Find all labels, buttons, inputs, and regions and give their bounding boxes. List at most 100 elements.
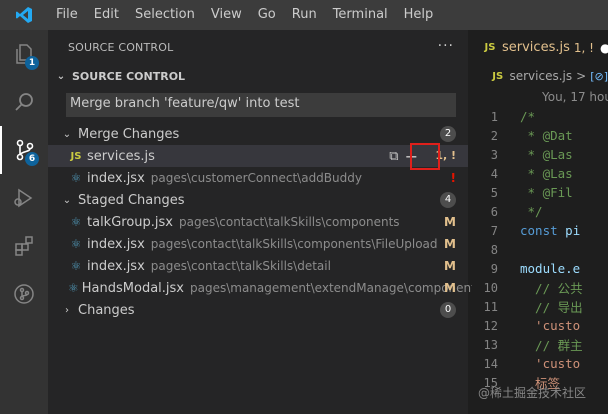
source-control-button[interactable]: 6 xyxy=(0,126,48,174)
search-icon xyxy=(15,93,33,111)
code-lines: 1/* 2 * @Dat 3 * @Las 4 * @Las 5 * @Fil … xyxy=(472,107,608,392)
js-file-icon: JS xyxy=(492,70,504,82)
js-file-icon: JS xyxy=(70,150,82,162)
react-file-icon: ⚛ xyxy=(70,171,82,185)
code-line: 12 'custo xyxy=(483,318,581,333)
file-row-index-jsx[interactable]: ⚛ index.jsx pages\contact\talkSkills\det… xyxy=(48,255,468,277)
file-status: M xyxy=(444,259,456,273)
editor-area: JS services.js 1, ! ● JS services.js > [… xyxy=(472,30,608,414)
run-debug-button[interactable] xyxy=(0,174,48,222)
breadcrumb-file[interactable]: services.js xyxy=(509,69,572,83)
code-line: 8 xyxy=(490,242,498,257)
group-label: Merge Changes xyxy=(78,126,180,142)
file-status: M xyxy=(444,237,456,251)
search-button[interactable] xyxy=(0,78,48,126)
chevron-right-icon: › xyxy=(65,304,69,316)
unsaved-dot-icon[interactable]: ● xyxy=(600,41,608,55)
file-path: pages\contact\talkSkills\detail xyxy=(150,259,331,273)
tab-bar: JS services.js 1, ! ● xyxy=(472,30,608,65)
code-line: 13 // 群主 xyxy=(483,337,583,354)
tab-services-js[interactable]: JS services.js 1, ! ● xyxy=(472,30,608,65)
react-file-icon: ⚛ xyxy=(70,237,82,251)
code-line: 6 */ xyxy=(490,204,543,219)
code-line: 9 module.e xyxy=(490,261,581,276)
staged-changes-group[interactable]: ⌄ Staged Changes 4 xyxy=(48,189,468,211)
watermark: @稀土掘金技术社区 xyxy=(478,386,587,400)
file-path: pages\customerConnect\addBuddy xyxy=(150,171,362,185)
file-status: M xyxy=(444,215,456,229)
menu-help[interactable]: Help xyxy=(396,0,442,30)
group-count-badge: 4 xyxy=(440,192,456,208)
breadcrumb-separator: > xyxy=(576,69,587,83)
section-title: SOURCE CONTROL xyxy=(72,69,186,83)
chevron-down-icon: ⌄ xyxy=(56,70,66,82)
chevron-down-icon: ⌄ xyxy=(62,194,72,206)
file-name: index.jsx xyxy=(87,236,145,252)
file-row-index-jsx[interactable]: ⚛ index.jsx pages\contact\talkSkills\com… xyxy=(48,233,468,255)
react-file-icon: ⚛ xyxy=(70,259,82,273)
group-count-badge: 2 xyxy=(440,126,456,142)
run-debug-icon xyxy=(14,188,33,208)
file-row-services-js[interactable]: JS services.js ⧉ + 1, ! xyxy=(48,145,468,167)
tab-label: services.js xyxy=(502,40,570,55)
extensions-icon xyxy=(15,236,33,256)
commit-message-input[interactable]: Merge branch 'feature/qw' into test xyxy=(66,93,456,117)
code-line: 5 * @Fil xyxy=(490,185,573,200)
menu-go[interactable]: Go xyxy=(250,0,284,30)
file-name: index.jsx xyxy=(87,170,145,186)
code-line: 4 * @Las xyxy=(490,166,573,181)
changes-group[interactable]: › Changes 0 xyxy=(48,299,468,321)
source-control-sidebar: SOURCE CONTROL ··· ⌄ SOURCE CONTROL Merg… xyxy=(48,30,482,414)
group-count-badge: 0 xyxy=(440,302,456,318)
more-actions-icon[interactable]: ··· xyxy=(438,38,454,54)
scm-badge: 6 xyxy=(25,152,39,166)
code-line: 14 'custo xyxy=(483,356,581,371)
breadcrumb: JS services.js > [⊘] xyxy=(472,65,608,87)
code-line: 3 * @Las xyxy=(490,147,573,162)
file-path: pages\contact\talkSkills\components xyxy=(179,215,400,229)
menu-view[interactable]: View xyxy=(203,0,250,30)
merge-changes-group[interactable]: ⌄ Merge Changes 2 xyxy=(48,123,468,145)
menu-terminal[interactable]: Terminal xyxy=(325,0,396,30)
file-name: talkGroup.jsx xyxy=(87,214,173,230)
file-name: HandsModal.jsx xyxy=(81,280,184,296)
file-name: index.jsx xyxy=(87,258,145,274)
code-line: 2 * @Dat xyxy=(490,128,573,143)
chevron-down-icon: ⌄ xyxy=(62,128,72,140)
extensions-button[interactable] xyxy=(0,222,48,270)
react-file-icon: ⚛ xyxy=(68,281,79,295)
menu-file[interactable]: File xyxy=(48,0,86,30)
file-name: services.js xyxy=(87,148,155,164)
highlight-annotation xyxy=(410,143,440,170)
git-graph-button[interactable] xyxy=(0,270,48,318)
source-control-section[interactable]: ⌄ SOURCE CONTROL xyxy=(48,65,468,87)
react-file-icon: ⚛ xyxy=(70,215,82,229)
file-row-handsmodal-jsx[interactable]: ⚛ HandsModal.jsx pages\management\extend… xyxy=(48,277,482,299)
file-row-index-jsx[interactable]: ⚛ index.jsx pages\customerConnect\addBud… xyxy=(48,167,468,189)
group-label: Changes xyxy=(78,302,135,318)
code-line: 1/* xyxy=(490,109,536,124)
git-graph-icon xyxy=(14,284,34,304)
menu-selection[interactable]: Selection xyxy=(127,0,203,30)
git-blame-annotation: You, 17 hou xyxy=(542,90,608,104)
symbol-icon[interactable]: [⊘] xyxy=(590,70,608,83)
sidebar-header: SOURCE CONTROL ··· xyxy=(48,30,468,65)
js-file-icon: JS xyxy=(484,42,496,53)
explorer-button[interactable]: 1 xyxy=(0,30,48,78)
menu-edit[interactable]: Edit xyxy=(86,0,127,30)
file-status: ! xyxy=(450,171,456,185)
activity-bar: 1 6 xyxy=(0,30,48,414)
code-line: 10 // 公共 xyxy=(483,280,583,297)
open-file-icon[interactable]: ⧉ xyxy=(389,149,398,164)
vscode-logo-icon xyxy=(0,0,48,30)
file-row-talkgroup-jsx[interactable]: ⚛ talkGroup.jsx pages\contact\talkSkills… xyxy=(48,211,468,233)
code-line: 11 // 导出 xyxy=(483,299,583,316)
explorer-badge: 1 xyxy=(25,56,39,70)
file-status: M xyxy=(444,281,456,295)
code-line: 7 const pi xyxy=(490,223,581,238)
menu-bar: File Edit Selection View Go Run Terminal… xyxy=(0,0,608,30)
group-label: Staged Changes xyxy=(78,192,185,208)
menu-run[interactable]: Run xyxy=(284,0,325,30)
file-path: pages\contact\talkSkills\components\File… xyxy=(150,237,438,251)
tab-status: 1, ! xyxy=(573,40,594,55)
